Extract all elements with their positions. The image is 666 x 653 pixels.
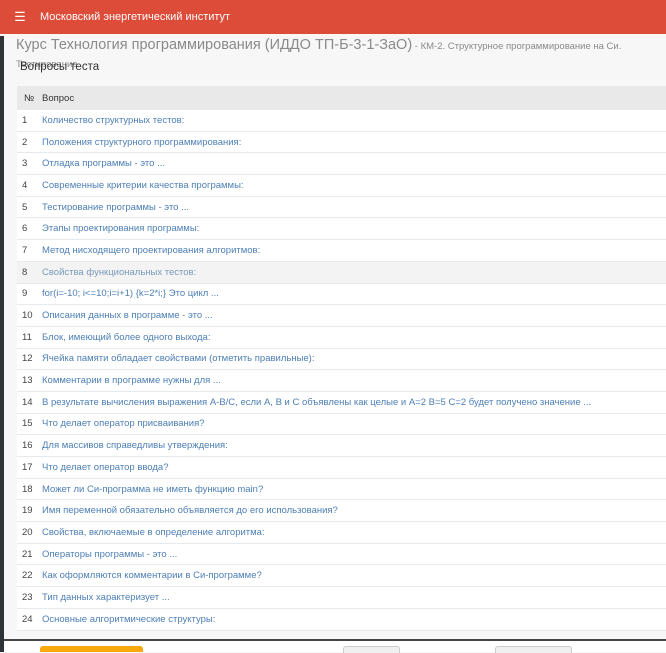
question-number: 22: [17, 564, 40, 588]
question-number: 11: [17, 326, 40, 349]
table-row[interactable]: 2 Положения структурного программирования…: [17, 131, 666, 154]
column-header-number: №: [17, 86, 40, 110]
question-link[interactable]: Может ли Си-программа не иметь функцию m…: [40, 478, 666, 501]
table-row[interactable]: 5 Тестирование программы - это ...: [17, 196, 666, 219]
table-row[interactable]: 11 Блок, имеющий более одного выхода:: [17, 326, 666, 349]
question-number: 7: [17, 239, 40, 262]
question-number: 23: [17, 586, 40, 609]
table-row[interactable]: 10 Описания данных в программе - это ...: [17, 304, 666, 327]
primary-button[interactable]: [40, 646, 143, 652]
table-row[interactable]: 12 Ячейка памяти обладает свойствами (отм…: [17, 348, 666, 371]
table-row[interactable]: 22 Как оформляются комментарии в Си-прогр…: [17, 564, 666, 588]
question-link[interactable]: Что делает оператор ввода?: [40, 456, 666, 479]
question-link[interactable]: Основные алгоритмические структуры:: [40, 608, 666, 631]
questions-table: № Вопрос 1 Количество структурных тестов:…: [17, 86, 666, 631]
question-number: 8: [17, 261, 40, 284]
top-navbar: ☰ Московский энергетический институт: [0, 0, 666, 34]
column-header-question: Вопрос: [40, 86, 666, 110]
question-link[interactable]: Комментарии в программе нужны для ...: [40, 369, 666, 392]
question-link[interactable]: Этапы проектирования программы:: [40, 217, 666, 241]
question-number: 21: [17, 543, 40, 566]
question-number: 24: [17, 608, 40, 631]
table-row[interactable]: 1 Количество структурных тестов:: [17, 110, 666, 132]
app-title[interactable]: Московский энергетический институт: [40, 11, 230, 23]
question-number: 14: [17, 391, 40, 414]
question-number: 17: [17, 456, 40, 479]
table-row[interactable]: 8 Свойства функциональных тестов:: [17, 261, 666, 284]
question-number: 4: [17, 174, 40, 197]
table-row[interactable]: 6 Этапы проектирования программы:: [17, 217, 666, 241]
question-number: 12: [17, 348, 40, 371]
page-title: Курс Технология программирования (ИДДО Т…: [16, 37, 662, 73]
question-number: 18: [17, 478, 40, 501]
question-link[interactable]: Современные критерии качества программы:: [40, 174, 666, 197]
question-link[interactable]: Свойства функциональных тестов:: [40, 261, 666, 284]
question-number: 5: [17, 196, 40, 219]
table-row[interactable]: 3 Отладка программы - это ...: [17, 152, 666, 176]
question-link[interactable]: for(i=-10; i<=10;i=i+1) {k=2*i;} Это цик…: [40, 283, 666, 306]
question-link[interactable]: Тип данных характеризует ...: [40, 586, 666, 609]
question-number: 10: [17, 304, 40, 327]
question-link[interactable]: Положения структурного программирования:: [40, 131, 666, 154]
question-link[interactable]: Операторы программы - это ...: [40, 543, 666, 566]
question-number: 3: [17, 152, 40, 176]
course-title: Курс Технология программирования (ИДДО Т…: [16, 37, 413, 53]
question-link[interactable]: Отладка программы - это ...: [40, 152, 666, 176]
table-row[interactable]: 19 Имя переменной обязательно объявляется…: [17, 499, 666, 523]
question-number: 2: [17, 131, 40, 154]
table-row[interactable]: 20 Свойства, включаемые в определение алг…: [17, 521, 666, 544]
question-link[interactable]: Метод нисходящего проектирования алгорит…: [40, 239, 666, 262]
table-row[interactable]: 14 В результате вычисления выражения A-B/…: [17, 391, 666, 414]
table-row[interactable]: 18 Может ли Си-программа не иметь функцию…: [17, 478, 666, 501]
question-number: 6: [17, 217, 40, 241]
table-row[interactable]: 7 Метод нисходящего проектирования алгори…: [17, 239, 666, 262]
question-link[interactable]: Для массивов справедливы утверждения:: [40, 434, 666, 457]
table-row[interactable]: 24 Основные алгоритмические структуры:: [17, 608, 666, 631]
question-number: 15: [17, 413, 40, 436]
question-number: 13: [17, 369, 40, 392]
question-link[interactable]: Ячейка памяти обладает свойствами (отмет…: [40, 348, 666, 371]
table-row[interactable]: 4 Современные критерии качества программы…: [17, 174, 666, 197]
question-number: 20: [17, 521, 40, 544]
table-row[interactable]: 16 Для массивов справедливы утверждения:: [17, 434, 666, 457]
question-number: 19: [17, 499, 40, 523]
menu-icon[interactable]: ☰: [0, 9, 40, 25]
question-link[interactable]: Свойства, включаемые в определение алгор…: [40, 521, 666, 544]
bottom-bar: [4, 639, 666, 653]
question-link[interactable]: Описания данных в программе - это ...: [40, 304, 666, 327]
question-link[interactable]: Тестирование программы - это ...: [40, 196, 666, 219]
section-title: Вопросы теста: [20, 61, 100, 73]
table-row[interactable]: 17 Что делает оператор ввода?: [17, 456, 666, 479]
question-number: 9: [17, 283, 40, 306]
table-row[interactable]: 15 Что делает оператор присваивания?: [17, 413, 666, 436]
question-link[interactable]: В результате вычисления выражения A-B/C,…: [40, 391, 666, 414]
table-row[interactable]: 9 for(i=-10; i<=10;i=i+1) {k=2*i;} Это ци…: [17, 283, 666, 306]
question-link[interactable]: Имя переменной обязательно объявляется д…: [40, 499, 666, 523]
table-row[interactable]: 13 Комментарии в программе нужны для ...: [17, 369, 666, 392]
question-link[interactable]: Что делает оператор присваивания?: [40, 413, 666, 436]
table-row[interactable]: 23 Тип данных характеризует ...: [17, 586, 666, 609]
question-link[interactable]: Блок, имеющий более одного выхода:: [40, 326, 666, 349]
question-number: 16: [17, 434, 40, 457]
question-link[interactable]: Количество структурных тестов:: [40, 110, 666, 132]
question-link[interactable]: Как оформляются комментарии в Си-програм…: [40, 564, 666, 588]
table-row[interactable]: 21 Операторы программы - это ...: [17, 543, 666, 566]
question-number: 1: [17, 110, 40, 132]
window-edge: [0, 36, 4, 652]
